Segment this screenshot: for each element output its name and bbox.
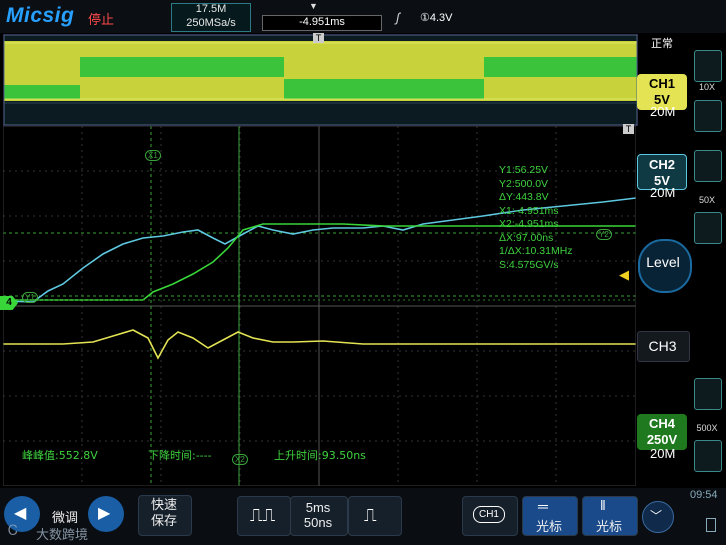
timebase-zoom: 50ns: [303, 515, 333, 530]
cursor-y2-tag[interactable]: Y2: [596, 229, 612, 240]
timebase-main: 5ms: [305, 500, 331, 515]
horizontal-cursor-label: 光标: [535, 520, 562, 535]
measure-rise-time[interactable]: 上升时间:93.50ns: [274, 447, 366, 463]
sample-rate: 250MSa/s: [186, 17, 236, 29]
brand-logo: Micsig: [6, 4, 75, 27]
ch1-bandwidth[interactable]: 20M: [650, 104, 675, 119]
readout-dy: ΔY:443.8V: [499, 191, 549, 203]
ch1-invert-icon[interactable]: [694, 100, 722, 132]
trigger-marker-overview[interactable]: T: [313, 33, 324, 43]
pulse-wide-icon: ⎍: [364, 505, 377, 525]
chevron-down-icon: ﹀: [650, 509, 663, 523]
ch4-coupling-icon[interactable]: [694, 378, 722, 410]
readout-x2: X2:-4.951ms: [499, 218, 559, 230]
ch2-invert-icon[interactable]: [694, 212, 722, 244]
ch4-invert-icon[interactable]: [694, 440, 722, 472]
arrow-left-icon: ◀: [14, 505, 27, 522]
ch3-label: CH3: [648, 338, 677, 354]
readout-x1: X1:-4.951ms: [499, 204, 559, 217]
quick-save-label: 快速 保存: [150, 498, 177, 529]
ch2-bandwidth[interactable]: 20M: [650, 185, 675, 200]
trigger-level-arrow-icon[interactable]: ◀: [619, 267, 629, 283]
vertical-cursor-icon: ‖: [600, 497, 606, 513]
ch1-probe[interactable]: 10X: [692, 82, 722, 92]
ch4-probe[interactable]: 500X: [692, 423, 722, 433]
cursor-channel-label: CH1: [473, 506, 505, 523]
readout-inv-dx: 1/ΔX:10.31MHz: [499, 245, 573, 257]
measure-fall-time[interactable]: 下降时间:----: [148, 447, 212, 463]
ch4-label[interactable]: CH4 250V: [637, 414, 687, 450]
readout-slew: S:4.575GV/s: [499, 258, 559, 271]
waveform-overview[interactable]: [3, 34, 638, 126]
clock: 09:54: [690, 489, 718, 501]
run-stop-status[interactable]: 停止: [88, 9, 114, 28]
readout-y2: Y2:500.0V: [499, 177, 549, 190]
time-position-value: -4.951ms: [299, 16, 345, 28]
watermark-logo-icon: Ꮯ: [8, 522, 18, 538]
cursor-readout: Y1:56.25V Y2:500.0V ΔY:443.8V X1:-4.951m…: [499, 164, 573, 272]
pulse-narrow-icon: ⎍⎍: [250, 505, 276, 525]
battery-icon: [706, 518, 716, 532]
readout-dx: ΔX:97.00ns: [499, 231, 554, 244]
trigger-marker-main[interactable]: T: [623, 124, 634, 134]
arrow-right-icon: ▶: [98, 505, 111, 522]
cursor-x1-tag[interactable]: X1: [145, 150, 161, 161]
memory-depth: 17.5M: [195, 3, 227, 15]
watermark-text: 大数跨境: [36, 528, 89, 543]
cursor-y1-tag[interactable]: Y1: [22, 292, 38, 303]
trigger-position-icon: ▼: [309, 1, 318, 11]
trigger-level[interactable]: ①4.3V: [420, 11, 453, 24]
readout-y1: Y1:56.25V: [499, 164, 549, 176]
ch4-bandwidth[interactable]: 20M: [650, 446, 675, 461]
trigger-mode[interactable]: 正常: [651, 35, 673, 51]
horizontal-cursor-icon: ═: [538, 498, 548, 514]
ch2-coupling-icon[interactable]: [694, 150, 722, 182]
vertical-cursor-label: 光标: [595, 520, 622, 535]
ch2-probe[interactable]: 50X: [692, 195, 722, 205]
level-label: Level: [646, 254, 680, 270]
ch1-coupling-icon[interactable]: [694, 50, 722, 82]
measure-peak-to-peak[interactable]: 峰峰值:552.8V: [22, 447, 98, 463]
cursor-x2-tag[interactable]: X2: [232, 454, 248, 465]
trigger-slope-icon[interactable]: ʃ: [396, 10, 400, 25]
